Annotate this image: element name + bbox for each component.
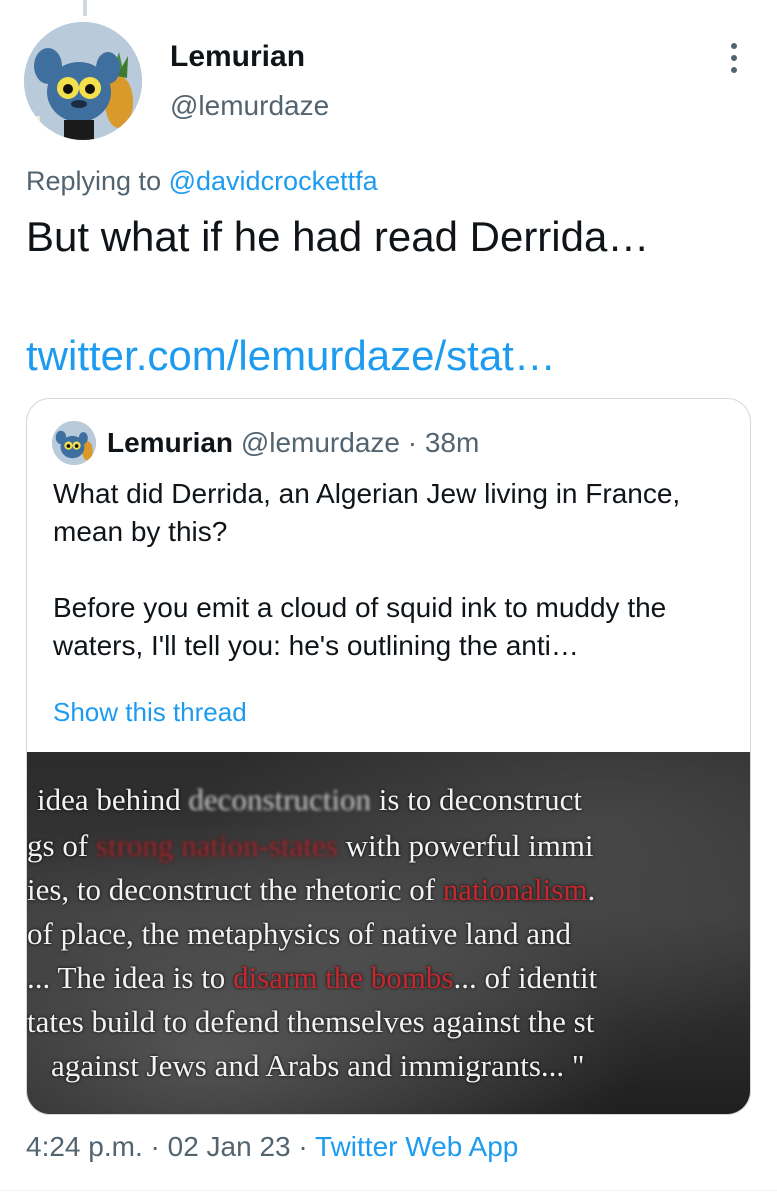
footer-separator: ·	[298, 1131, 308, 1162]
quoted-paragraph-2: Before you emit a cloud of squid ink to …	[53, 592, 667, 661]
quoted-timestamp[interactable]: 38m	[425, 427, 479, 458]
divider	[0, 1190, 777, 1191]
quoted-handle: @lemurdaze	[240, 427, 400, 458]
tweet-text: But what if he had read Derrida…	[26, 213, 650, 260]
image-text-line-1: idea behind deconstruction is to deconst…	[37, 782, 582, 817]
footer-separator: ·	[150, 1131, 160, 1162]
replying-to-label: Replying to	[26, 166, 162, 196]
image-text-line-5: ... The idea is to disarm the bombs... o…	[27, 960, 598, 995]
tweet-date[interactable]: 02 Jan 23	[168, 1131, 291, 1162]
author-handle[interactable]: @lemurdaze	[170, 90, 329, 122]
quoted-display-name[interactable]: Lemurian	[107, 427, 233, 458]
quoted-tweet-image[interactable]: idea behind deconstruction is to deconst…	[27, 752, 750, 1114]
lemur-cartoon-avatar-icon	[52, 421, 96, 465]
quoted-tweet-header: Lemurian @lemurdaze · 38m	[107, 427, 479, 459]
image-text-line-4: of place, the metaphysics of native land…	[27, 916, 572, 951]
author-display-name[interactable]: Lemurian	[170, 40, 305, 74]
image-text-line-2: gs of strong nation-states with powerful…	[27, 828, 594, 863]
tweet-url-link[interactable]: twitter.com/lemurdaze/stat…	[26, 332, 556, 380]
thread-connector-line	[83, 0, 87, 16]
replying-to-line: Replying to @davidcrockettfa	[26, 166, 378, 197]
show-thread-link[interactable]: Show this thread	[53, 697, 247, 728]
lemur-cartoon-avatar-icon	[24, 22, 142, 140]
tweet-source-app[interactable]: Twitter Web App	[315, 1131, 518, 1162]
tweet-time[interactable]: 4:24 p.m.	[26, 1131, 143, 1162]
image-text-line-7: against Jews and Arabs and immigrants...…	[51, 1048, 585, 1083]
replying-to-mention-link[interactable]: @davidcrockettfa	[169, 166, 378, 196]
more-vertical-icon	[731, 43, 737, 73]
quoted-tweet-card[interactable]: Lemurian @lemurdaze · 38m What did Derri…	[26, 398, 751, 1115]
quoted-separator: ·	[407, 427, 418, 458]
image-text-line-3: ies, to deconstruct the rhetoric of nati…	[27, 872, 596, 907]
more-options-button[interactable]	[722, 38, 746, 78]
tweet-footer-meta: 4:24 p.m. · 02 Jan 23 · Twitter Web App	[26, 1131, 518, 1163]
avatar[interactable]	[24, 22, 142, 140]
image-text-line-6: tates build to defend themselves against…	[27, 1004, 595, 1039]
quoted-avatar[interactable]	[52, 421, 96, 465]
quoted-tweet-text: What did Derrida, an Algerian Jew living…	[53, 475, 743, 665]
quoted-paragraph-1: What did Derrida, an Algerian Jew living…	[53, 478, 681, 547]
